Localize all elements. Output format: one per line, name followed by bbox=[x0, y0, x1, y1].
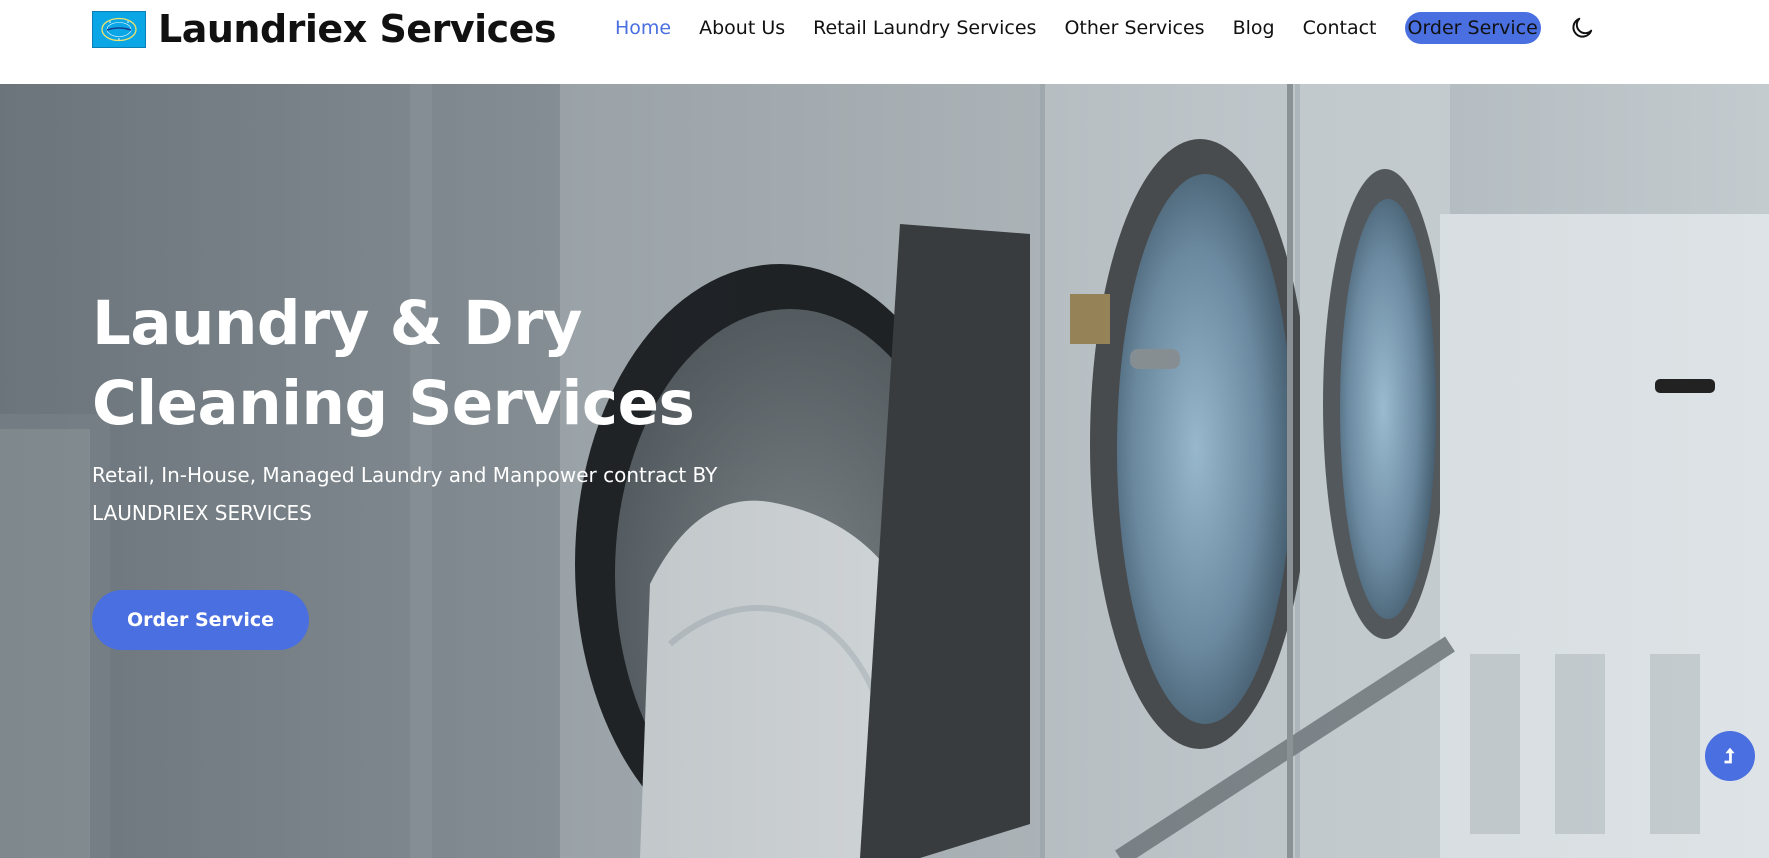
nav-contact[interactable]: Contact bbox=[1303, 12, 1377, 44]
site-header: Laundriex Services Home About Us Retail … bbox=[0, 0, 1769, 84]
hero-order-service-button[interactable]: Order Service bbox=[92, 590, 309, 650]
nav-blog[interactable]: Blog bbox=[1233, 12, 1275, 44]
brand-link[interactable]: Laundriex Services bbox=[92, 7, 557, 51]
hero-title-line-1: Laundry & Dry bbox=[92, 288, 583, 359]
nav-order-service-button[interactable]: Order Service bbox=[1404, 12, 1541, 44]
hero-subtitle-line-1: Retail, In-House, Managed Laundry and Ma… bbox=[92, 463, 718, 487]
hero-subtitle-line-2: LAUNDRIEX SERVICES bbox=[92, 501, 312, 525]
main-nav: Home About Us Retail Laundry Services Ot… bbox=[615, 10, 1597, 46]
nav-other-services[interactable]: Other Services bbox=[1064, 12, 1204, 44]
hero-subtitle: Retail, In-House, Managed Laundry and Ma… bbox=[92, 456, 772, 532]
laundriex-logo bbox=[92, 10, 146, 48]
nav-retail-laundry-services[interactable]: Retail Laundry Services bbox=[813, 12, 1036, 44]
brand-name: Laundriex Services bbox=[158, 7, 557, 51]
nav-home[interactable]: Home bbox=[615, 12, 671, 44]
theme-toggle-button[interactable] bbox=[1567, 13, 1597, 43]
scroll-to-top-button[interactable] bbox=[1705, 731, 1755, 781]
arrow-up-icon bbox=[1724, 747, 1735, 764]
hero-section: Laundry & Dry Cleaning Services Retail, … bbox=[0, 84, 1769, 858]
hero-title: Laundry & Dry Cleaning Services bbox=[92, 284, 792, 444]
moon-icon bbox=[1572, 17, 1592, 38]
nav-about-us[interactable]: About Us bbox=[699, 12, 785, 44]
hero-title-line-2: Cleaning Services bbox=[92, 368, 695, 439]
